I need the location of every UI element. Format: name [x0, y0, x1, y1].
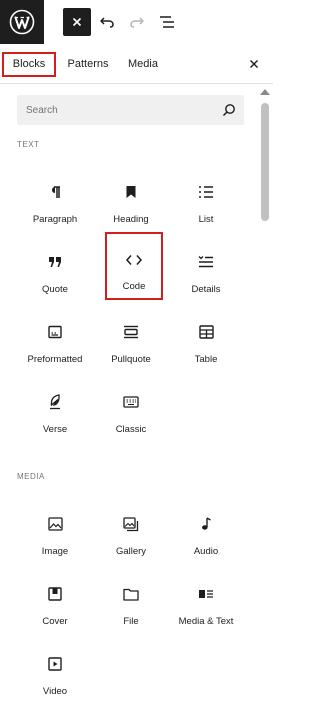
scroll-up-arrow-icon[interactable]: [260, 89, 270, 95]
close-inserter-button[interactable]: [63, 8, 91, 36]
search-input[interactable]: [17, 95, 217, 125]
block-label: Video: [42, 686, 68, 697]
cover-icon: [17, 584, 93, 604]
video-icon: [17, 654, 93, 674]
block-inserter-panel: Blocks Patterns Media TEXT: [0, 0, 273, 727]
block-label: Paragraph: [32, 214, 78, 225]
redo-button[interactable]: [123, 8, 151, 36]
tab-blocks[interactable]: Blocks: [2, 52, 56, 77]
block-search: [17, 95, 244, 125]
block-label: Verse: [42, 424, 68, 435]
editor-toolbar: [0, 0, 273, 44]
block-label: Preformatted: [27, 354, 83, 365]
undo-button[interactable]: [93, 8, 121, 36]
heading-bookmark-icon: [93, 182, 169, 202]
block-table[interactable]: Table: [168, 312, 244, 378]
block-video[interactable]: Video: [17, 644, 93, 710]
media-text-icon: [168, 584, 244, 604]
undo-icon: [100, 17, 114, 28]
panel-scrollbar[interactable]: [258, 86, 272, 727]
scrollbar-thumb[interactable]: [261, 103, 269, 221]
close-icon: [72, 17, 82, 27]
block-label: Pullquote: [111, 354, 151, 365]
tab-media[interactable]: Media: [122, 52, 164, 77]
block-classic[interactable]: Classic: [93, 382, 169, 448]
block-gallery[interactable]: Gallery: [93, 504, 169, 570]
code-icon: [107, 250, 161, 270]
block-cover[interactable]: Cover: [17, 574, 93, 640]
verse-feather-icon: [17, 392, 93, 412]
block-audio[interactable]: Audio: [168, 504, 244, 570]
block-label: File: [123, 616, 139, 627]
block-image[interactable]: Image: [17, 504, 93, 570]
inserter-tabs: Blocks Patterns Media: [0, 44, 273, 84]
details-icon: [168, 252, 244, 272]
close-icon: [250, 60, 258, 68]
redo-icon: [130, 17, 144, 28]
block-list[interactable]: List: [168, 172, 244, 238]
section-heading-media: MEDIA: [17, 472, 45, 481]
block-media-text[interactable]: Media & Text: [168, 574, 244, 640]
block-label: Quote: [42, 284, 68, 295]
block-verse[interactable]: Verse: [17, 382, 93, 448]
preformatted-icon: [17, 322, 93, 342]
keyboard-icon: [93, 392, 169, 412]
wordpress-logo-icon[interactable]: [0, 0, 44, 44]
block-label: List: [198, 214, 214, 225]
block-label: Image: [41, 546, 69, 557]
search-icon: [221, 102, 237, 118]
block-label: Gallery: [115, 546, 147, 557]
block-pullquote[interactable]: Pullquote: [93, 312, 169, 378]
block-label: Audio: [193, 546, 219, 557]
list-icon: [168, 182, 244, 202]
block-label: Heading: [113, 214, 149, 225]
document-overview-button[interactable]: [153, 8, 181, 36]
block-label: Code: [122, 281, 146, 292]
block-label: Table: [194, 354, 218, 365]
block-label: Media & Text: [178, 616, 234, 627]
file-folder-icon: [93, 584, 169, 604]
block-label: Classic: [115, 424, 147, 435]
block-paragraph[interactable]: Paragraph: [17, 172, 93, 238]
pullquote-icon: [93, 322, 169, 342]
document-overview-icon: [160, 16, 174, 28]
paragraph-icon: [17, 182, 93, 202]
block-code[interactable]: Code: [105, 232, 163, 300]
gallery-icon: [93, 514, 169, 534]
block-label: Details: [191, 284, 221, 295]
close-panel-button[interactable]: [243, 53, 265, 75]
block-quote[interactable]: Quote: [17, 242, 93, 308]
quote-icon: [17, 252, 93, 272]
image-icon: [17, 514, 93, 534]
audio-note-icon: [168, 514, 244, 534]
block-heading[interactable]: Heading: [93, 172, 169, 238]
block-label: Cover: [42, 616, 68, 627]
table-icon: [168, 322, 244, 342]
block-details[interactable]: Details: [168, 242, 244, 308]
block-preformatted[interactable]: Preformatted: [17, 312, 93, 378]
block-file[interactable]: File: [93, 574, 169, 640]
tab-patterns[interactable]: Patterns: [62, 52, 114, 77]
section-heading-text: TEXT: [17, 140, 40, 149]
